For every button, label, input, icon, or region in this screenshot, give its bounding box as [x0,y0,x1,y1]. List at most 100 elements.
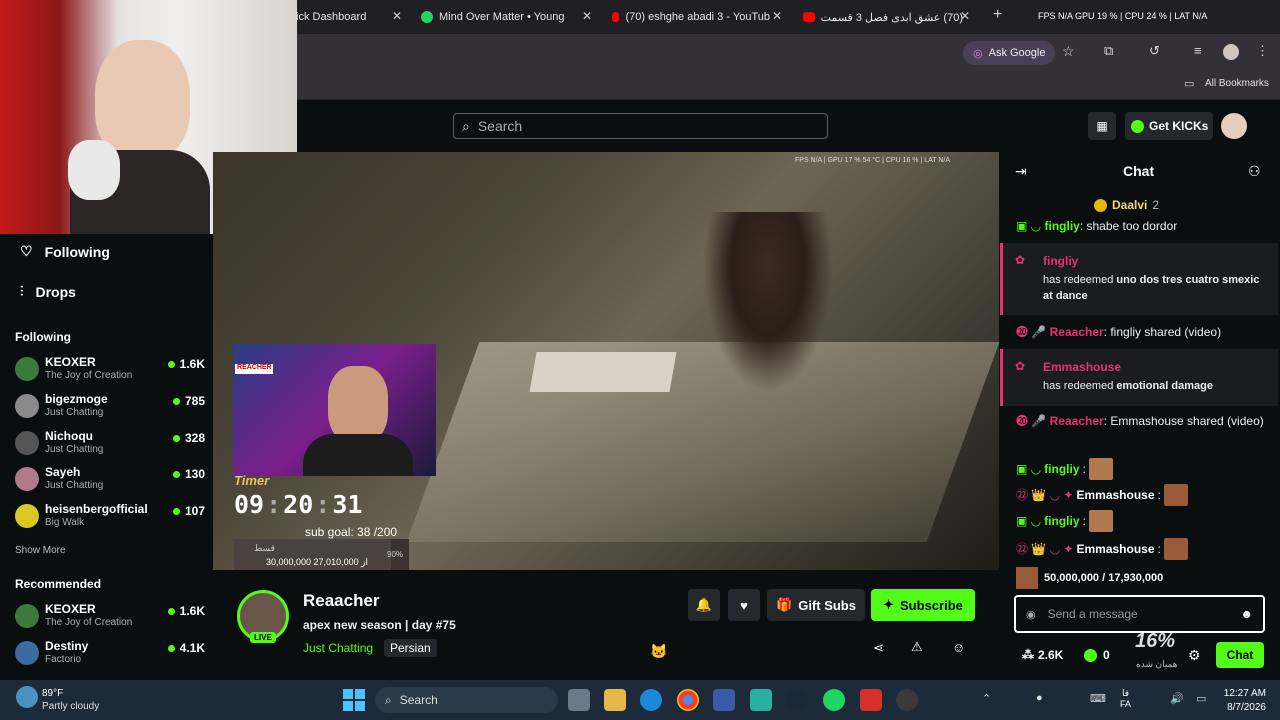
volume-icon[interactable]: 🔊 [1170,692,1184,705]
badge-icon: ▣ ◡ [1016,462,1042,476]
live-dot-icon [167,644,175,652]
badge-icon: ⓴ 🎤 [1016,325,1047,339]
recommended-section-header: Recommended [15,577,102,591]
star-icon: ✦ [883,597,895,612]
avatar [15,467,39,491]
collapse-chat-icon[interactable]: ⇥ [1015,163,1027,180]
all-bookmarks-link[interactable]: All Bookmarks [1205,78,1269,89]
taskbar-date[interactable]: 8/7/2026 [1221,702,1266,713]
live-dot-icon [172,434,180,442]
timer-display: 09:20:31 [234,490,363,519]
windows-start-icon[interactable] [343,689,365,711]
following-channel[interactable]: Nichoqu Just Chatting 328 [15,429,205,465]
add-user-icon[interactable]: ☺ [952,640,965,655]
share-icon[interactable]: ⋖ [873,640,884,656]
weather-temp[interactable]: 89°F [42,688,63,699]
app-icon[interactable] [860,689,882,711]
badge-icon: ▣ ◡ [1016,514,1042,528]
store-icon[interactable] [713,689,735,711]
redeem-icon: ✿ [1015,359,1026,373]
task-view-icon[interactable] [568,689,590,711]
nav-following[interactable]: ♡ Following [20,243,110,260]
chat-message: ▣ ◡ fingliy: shabe too dordor [1016,219,1178,233]
tab-spotify[interactable]: Mind Over Matter • Young [421,6,581,28]
show-more-link[interactable]: Show More [15,545,66,556]
star-icon[interactable]: ☆ [1062,43,1075,60]
emoji-icon[interactable]: ☻ [1240,607,1253,621]
kicks-balance[interactable]: ⁂ 2.6K [1022,648,1063,662]
streamer-name[interactable]: Reaacher [303,591,380,611]
chat-message: ▣ ◡ fingliy: [1016,458,1274,480]
app-icon[interactable] [750,689,772,711]
tab-youtube-2[interactable]: (70) عشق ابدی فصل 3 قسمت [803,6,963,28]
language-indicator[interactable]: فا FA [1120,688,1131,710]
gift-subs-button[interactable]: 🎁 Gift Subs [767,589,865,621]
stream-title: apex new season | day #75 [303,618,456,632]
media-icon[interactable]: ≡ [1194,43,1202,58]
chat-overlay-goal: 50,000,000 / 17,930,000 [1016,565,1274,591]
edge-icon[interactable] [640,689,662,711]
new-tab-icon[interactable]: + [993,6,1002,24]
spotify-icon[interactable] [823,689,845,711]
follow-button[interactable]: ♥ [728,589,760,621]
kicks-icon [1131,119,1144,133]
microphone [68,140,120,200]
following-channel[interactable]: bigezmoge Just Chatting 785 [15,392,205,428]
taskbar-time[interactable]: 12:27 AM [1221,688,1266,699]
gift-icon: 🎁 [776,597,793,612]
stream-tag[interactable]: Persian [384,639,437,657]
folder-icon: ▭ [1184,78,1195,90]
live-badge: LIVE [250,632,276,643]
stream-category[interactable]: Just Chatting [303,641,373,655]
mic-icon[interactable]: ● [1036,692,1043,704]
get-kicks-button[interactable]: Get KICKs [1125,112,1213,140]
obs-icon[interactable] [896,689,918,711]
menu-icon[interactable]: ⋮ [1256,43,1269,59]
taskbar-search[interactable]: ⌕ Search [375,687,558,713]
nav-drops[interactable]: ⫶ Drops [20,283,76,300]
user-avatar[interactable] [1221,113,1247,139]
redeem-card: ✿ Emmashouse has redeemed emotional dama… [1000,349,1278,406]
store-icon[interactable]: ▦ [1088,112,1116,140]
chat-users-icon[interactable]: ⚇ [1248,163,1261,180]
chat-input[interactable]: ◉ Send a message ☻ [1014,595,1265,633]
tab-kick-dashboard[interactable]: ick Dashboard [296,6,396,28]
chevron-up-icon[interactable]: ⌃ [982,692,991,705]
recommended-channel[interactable]: Destiny Factorio 4.1K [15,639,205,675]
sub-goal: sub goal: 38 /200 [305,525,398,539]
extensions-icon[interactable]: ⧉ [1104,43,1113,59]
search-input[interactable]: ⌕ Search [453,113,828,139]
keyboard-icon[interactable]: ⌨ [1090,692,1106,705]
avatar [15,431,39,455]
send-chat-button[interactable]: Chat [1216,642,1264,668]
emote-image [1016,567,1038,589]
settings-gear-icon[interactable]: ⚙ [1188,647,1201,664]
close-tab-icon[interactable]: ✕ [392,9,402,23]
chat-message: ⓴ 🎤 Reaacher: fingliy shared (video) [1016,325,1222,339]
following-channel[interactable]: heisenbergofficial Big Walk 107 [15,502,205,538]
bell-icon: 🔔 [695,597,713,612]
avatar [15,504,39,528]
tab-youtube-1[interactable]: (70) eshghe abadi 3 - YouTub [612,6,770,28]
chrome-icon[interactable] [677,689,699,711]
subscribe-button[interactable]: ✦ Subscribe [871,589,975,621]
following-channel[interactable]: KEOXER The Joy of Creation 1.6K [15,355,205,391]
profile-avatar[interactable] [1223,44,1239,60]
ask-google-button[interactable]: ◎ Ask Google [963,41,1056,65]
history-icon[interactable]: ↺ [1149,43,1160,59]
close-tab-icon[interactable]: ✕ [772,9,782,23]
redeem-card: ✿ fingliy has redeemed uno dos tres cuat… [1000,243,1278,315]
following-channel[interactable]: Sayeh Just Chatting 130 [15,465,205,501]
battery-icon[interactable]: ▭ [1196,692,1206,705]
channel-points[interactable]: 0 [1084,648,1110,662]
chat-settings-icon: ◉ [1026,608,1036,621]
close-tab-icon[interactable]: ✕ [960,9,970,23]
steam-icon[interactable] [786,689,808,711]
recommended-channel[interactable]: KEOXER The Joy of Creation 1.6K [15,602,205,638]
live-dot-icon [172,397,180,405]
close-tab-icon[interactable]: ✕ [582,9,592,23]
avatar [15,604,39,628]
report-icon[interactable]: ⚠ [911,639,923,655]
notification-bell-button[interactable]: 🔔 [688,589,720,621]
file-explorer-icon[interactable] [604,689,626,711]
